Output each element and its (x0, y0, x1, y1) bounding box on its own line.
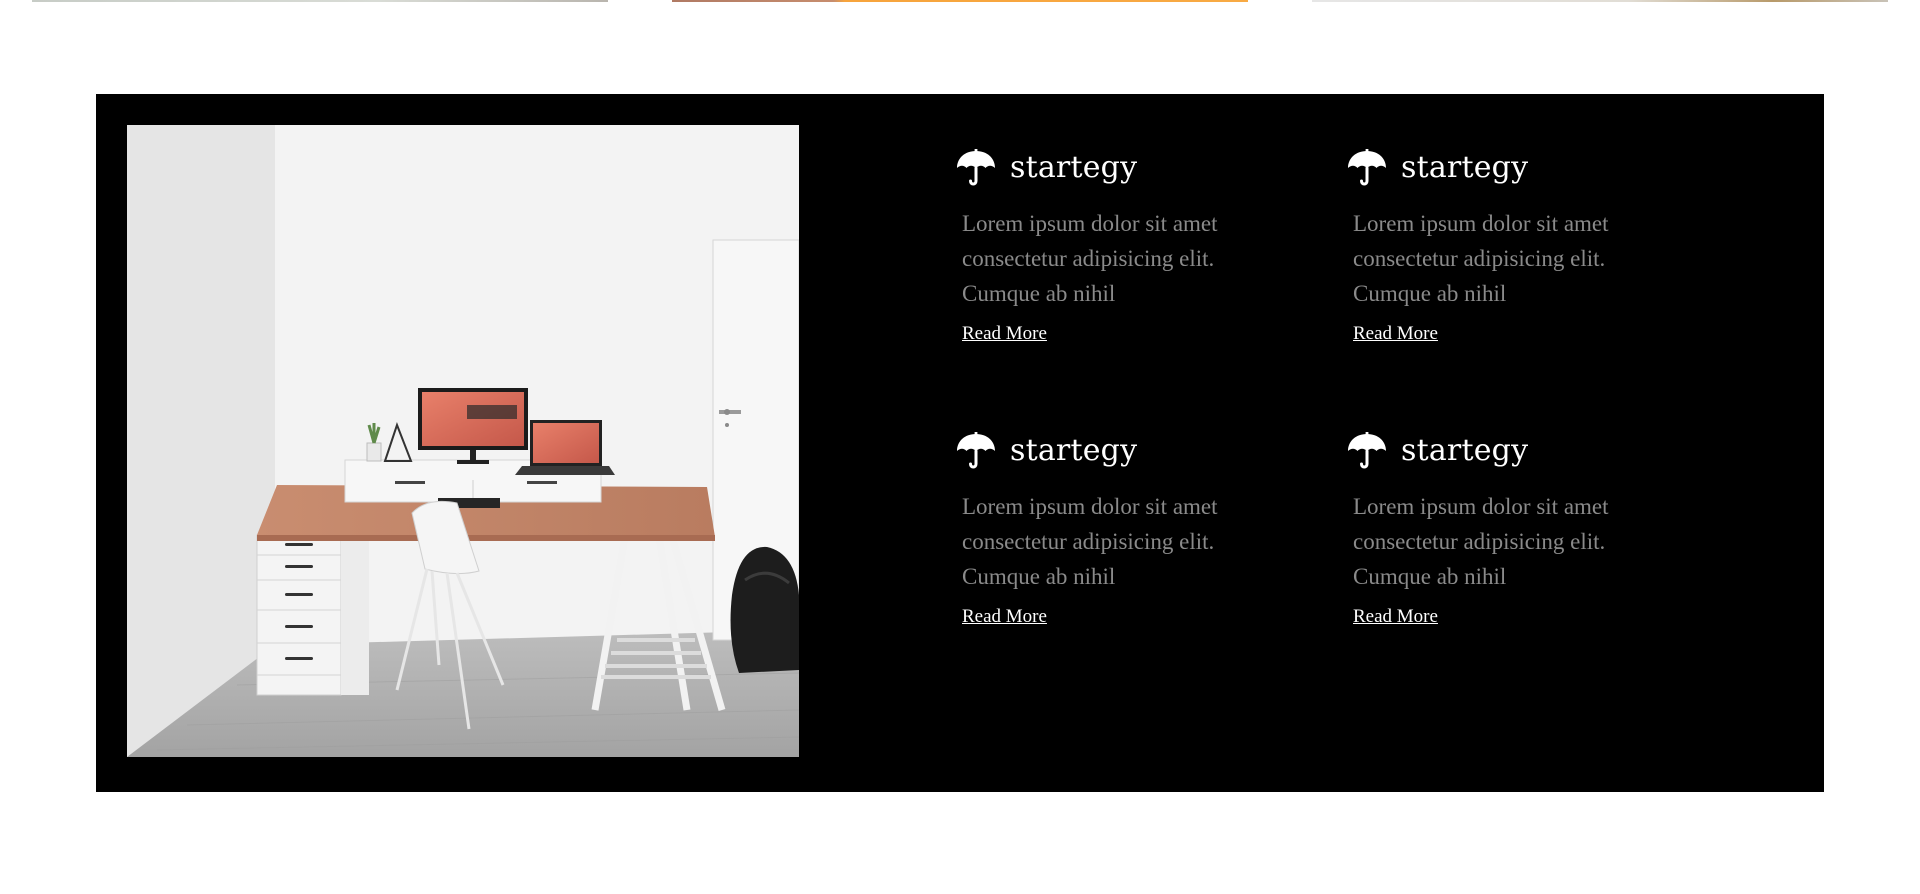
feature-description: Lorem ipsum dolor sit amet consectetur a… (962, 211, 1218, 306)
previous-section-image-strip (0, 0, 1920, 3)
feature-header: startegy (1346, 431, 1676, 477)
feature-description: Lorem ipsum dolor sit amet consectetur a… (1353, 211, 1609, 306)
feature-title: startegy (1401, 433, 1529, 468)
image-edge-3 (1312, 0, 1888, 2)
feature-description: Lorem ipsum dolor sit amet consectetur a… (1353, 494, 1609, 589)
umbrella-icon (957, 432, 995, 469)
page: startegy Lorem ipsum dolor sit amet cons… (0, 0, 1920, 894)
feature-card: startegy Lorem ipsum dolor sit amet cons… (955, 148, 1285, 345)
features-panel: startegy Lorem ipsum dolor sit amet cons… (96, 94, 1824, 792)
umbrella-icon (1348, 149, 1386, 186)
feature-header: startegy (1346, 148, 1676, 194)
feature-title: startegy (1401, 150, 1529, 185)
feature-title: startegy (1010, 150, 1138, 185)
feature-title: startegy (1010, 433, 1138, 468)
feature-card: startegy Lorem ipsum dolor sit amet cons… (1346, 148, 1676, 345)
feature-header: startegy (955, 148, 1285, 194)
read-more-link[interactable]: Read More (1353, 606, 1438, 628)
read-more-link[interactable]: Read More (962, 323, 1047, 345)
image-edge-2 (672, 0, 1248, 2)
feature-card: startegy Lorem ipsum dolor sit amet cons… (1346, 431, 1676, 628)
read-more-link[interactable]: Read More (1353, 323, 1438, 345)
umbrella-icon (1348, 432, 1386, 469)
feature-description: Lorem ipsum dolor sit amet consectetur a… (962, 494, 1218, 589)
image-edge-1 (32, 0, 608, 2)
feature-card: startegy Lorem ipsum dolor sit amet cons… (955, 431, 1285, 628)
workspace-photo (127, 125, 799, 757)
feature-header: startegy (955, 431, 1285, 477)
read-more-link[interactable]: Read More (962, 606, 1047, 628)
umbrella-icon (957, 149, 995, 186)
